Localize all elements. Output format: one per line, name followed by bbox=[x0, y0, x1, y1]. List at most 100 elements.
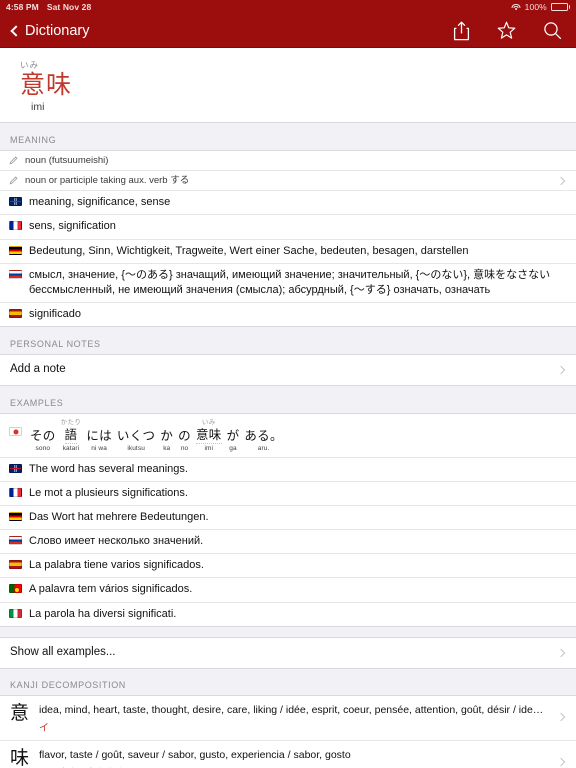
part-of-speech-label: noun (futsuumeishi) bbox=[25, 155, 109, 166]
token-romaji: sono bbox=[35, 444, 51, 452]
example-token: には ni wa bbox=[86, 420, 112, 452]
token-romaji: ni wa bbox=[91, 444, 107, 452]
add-note-row[interactable]: Add a note bbox=[0, 355, 576, 385]
example-token: いくつ ikutsu bbox=[117, 420, 155, 452]
star-outline-icon[interactable] bbox=[497, 21, 516, 40]
kanji-details: idea, mind, heart, taste, thought, desir… bbox=[39, 701, 549, 734]
entry-scroll-area[interactable]: いみ 意味 imi MEANING noun (futsuumeishi) no… bbox=[0, 48, 576, 768]
example-translation-text: Слово имеет несколько значений. bbox=[29, 535, 204, 548]
status-right-cluster: 100% bbox=[511, 2, 570, 12]
part-of-speech-row[interactable]: noun or participle taking aux. verb する bbox=[0, 171, 576, 192]
kanji-decomposition-row[interactable]: 味 flavor, taste / goût, saveur / sabor, … bbox=[0, 741, 576, 768]
section-header-examples: EXAMPLES bbox=[0, 386, 576, 414]
flag-de-icon bbox=[9, 245, 22, 255]
chevron-right-icon bbox=[556, 176, 566, 185]
nav-actions bbox=[453, 21, 566, 41]
example-translation-row-fr[interactable]: Le mot a plusieurs significations. bbox=[0, 482, 576, 506]
meaning-row-fr[interactable]: sens, signification bbox=[0, 215, 576, 240]
section-header-meaning: MEANING bbox=[0, 123, 576, 150]
navigation-bar: Dictionary bbox=[0, 14, 576, 48]
chevron-right-icon bbox=[556, 648, 566, 657]
example-translation-row-ru[interactable]: Слово имеет несколько значений. bbox=[0, 530, 576, 555]
kanji-meanings: flavor, taste / goût, saveur / sabor, gu… bbox=[39, 748, 351, 761]
tag-icon bbox=[9, 176, 18, 185]
tag-icon bbox=[9, 156, 18, 165]
status-date: Sat Nov 28 bbox=[46, 2, 92, 12]
chevron-right-icon bbox=[556, 758, 566, 767]
meaning-row-ru[interactable]: смысл, значение, {～のある} значащий, имеющи… bbox=[0, 264, 576, 304]
chevron-right-icon bbox=[556, 712, 566, 722]
flag-ru-icon bbox=[9, 269, 22, 279]
examples-list: その sono かたり 語 katari には ni wa いくつ ikutsu bbox=[0, 413, 576, 627]
token-japanese: いくつ bbox=[116, 428, 156, 444]
kanji-decomposition-row[interactable]: 意 idea, mind, heart, taste, thought, des… bbox=[0, 696, 576, 741]
meaning-text: Bedeutung, Sinn, Wichtigkeit, Tragweite,… bbox=[29, 244, 469, 257]
example-translation-text: Le mot a plusieurs significations. bbox=[29, 486, 188, 499]
search-icon[interactable] bbox=[543, 21, 562, 40]
example-translation-text: La palabra tiene varios significados. bbox=[29, 559, 204, 572]
headword-romaji: imi bbox=[31, 101, 45, 113]
example-sentence-row[interactable]: その sono かたり 語 katari には ni wa いくつ ikutsu bbox=[0, 414, 576, 458]
chevron-right-icon bbox=[556, 365, 566, 375]
flag-fr-icon bbox=[9, 221, 22, 231]
flag-es-icon bbox=[9, 309, 22, 319]
example-token: か ka bbox=[160, 420, 173, 452]
token-japanese: か bbox=[160, 428, 174, 444]
token-japanese: その bbox=[30, 428, 56, 444]
show-all-examples-row[interactable]: Show all examples... bbox=[0, 638, 576, 668]
token-japanese: ある。 bbox=[244, 428, 283, 444]
example-token: が ga bbox=[227, 420, 240, 452]
flag-es-icon bbox=[9, 560, 22, 570]
example-sentence-japanese: その sono かたり 語 katari には ni wa いくつ ikutsu bbox=[29, 419, 288, 452]
flag-fr-icon bbox=[9, 487, 22, 497]
example-translation-row-it[interactable]: La parola ha diversi significati. bbox=[0, 603, 576, 626]
token-japanese: が bbox=[226, 428, 240, 444]
meaning-row-es[interactable]: significado bbox=[0, 303, 576, 326]
token-japanese: 意味 bbox=[195, 427, 222, 444]
example-translation-text: Das Wort hat mehrere Bedeutungen. bbox=[29, 510, 209, 523]
chevron-left-icon bbox=[10, 24, 22, 37]
battery-percent-label: 100% bbox=[524, 2, 547, 12]
section-gap bbox=[0, 626, 576, 637]
part-of-speech-row[interactable]: noun (futsuumeishi) bbox=[0, 151, 576, 172]
wifi-icon bbox=[511, 3, 521, 11]
part-of-speech-label: noun or participle taking aux. verb する bbox=[25, 175, 190, 187]
personal-notes-list: Add a note bbox=[0, 354, 576, 387]
meaning-text: sens, signification bbox=[29, 220, 116, 233]
example-translation-row-de[interactable]: Das Wort hat mehrere Bedeutungen. bbox=[0, 506, 576, 531]
token-romaji: aru. bbox=[257, 444, 270, 452]
token-japanese: 語 bbox=[64, 427, 78, 444]
flag-it-icon bbox=[9, 608, 22, 618]
add-note-label: Add a note bbox=[10, 363, 66, 376]
token-romaji: ga bbox=[229, 444, 237, 452]
share-icon[interactable] bbox=[453, 21, 470, 41]
meaning-list: noun (futsuumeishi) noun or participle t… bbox=[0, 150, 576, 328]
flag-uk-icon bbox=[9, 197, 22, 207]
token-japanese: には bbox=[86, 428, 112, 444]
flag-jp-icon bbox=[9, 427, 22, 437]
example-token: いみ 意味 imi bbox=[195, 418, 222, 452]
example-translation-row-pt[interactable]: A palavra tem vários significados. bbox=[0, 578, 576, 603]
example-translation-text: A palavra tem vários significados. bbox=[29, 583, 193, 596]
kanji-reading-primary: イ bbox=[39, 722, 50, 734]
token-romaji: imi bbox=[204, 444, 214, 452]
meaning-text: significado bbox=[29, 308, 81, 321]
flag-ru-icon bbox=[9, 536, 22, 546]
token-romaji: ikutsu bbox=[127, 444, 145, 452]
flag-de-icon bbox=[9, 511, 22, 521]
back-button[interactable]: Dictionary bbox=[10, 23, 89, 39]
meaning-row-en[interactable]: meaning, significance, sense bbox=[0, 191, 576, 216]
kanji-details: flavor, taste / goût, saveur / sabor, gu… bbox=[39, 746, 549, 768]
headword-block: いみ 意味 imi bbox=[0, 48, 576, 123]
headword-kanji: 意味 bbox=[20, 70, 73, 99]
token-romaji: katari bbox=[62, 444, 80, 452]
status-time: 4:58 PM bbox=[6, 2, 39, 12]
section-header-kanji-decomposition: KANJI DECOMPOSITION bbox=[0, 668, 576, 695]
token-japanese: の bbox=[178, 428, 191, 444]
example-translation-row-en[interactable]: The word has several meanings. bbox=[0, 458, 576, 482]
token-furigana: いみ bbox=[201, 418, 216, 427]
meaning-row-de[interactable]: Bedeutung, Sinn, Wichtigkeit, Tragweite,… bbox=[0, 240, 576, 264]
example-translation-row-es[interactable]: La palabra tiene varios significados. bbox=[0, 554, 576, 579]
kanji-readings: イ bbox=[39, 719, 549, 734]
show-all-examples-list: Show all examples... bbox=[0, 636, 576, 669]
